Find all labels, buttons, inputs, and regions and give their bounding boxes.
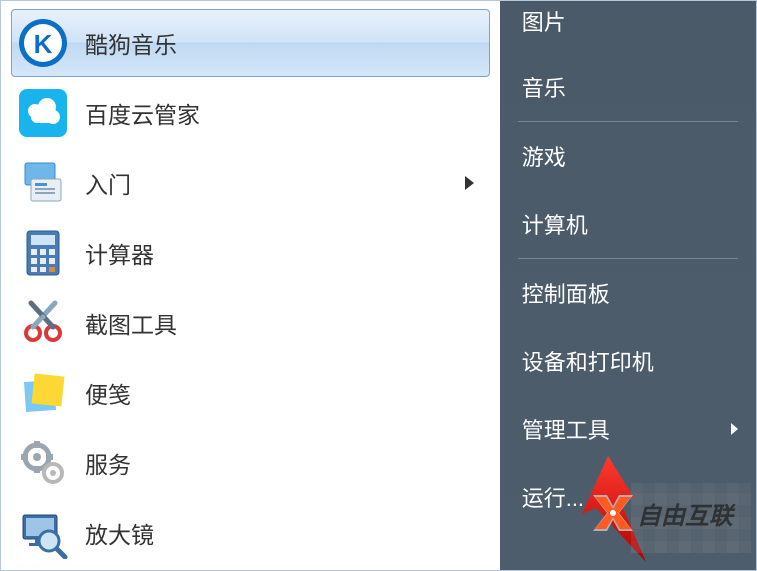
right-item-devices-printers[interactable]: 设备和打印机: [500, 327, 756, 395]
baidu-cloud-icon: [17, 87, 69, 139]
right-item-label: 计算机: [522, 213, 588, 238]
submenu-arrow-icon: [731, 423, 738, 435]
program-item-baidu-cloud[interactable]: 百度云管家: [11, 79, 490, 147]
program-label: 便笺: [85, 376, 131, 410]
snipping-tool-icon: [17, 297, 69, 349]
program-item-kugou[interactable]: K 酷狗音乐: [11, 9, 490, 77]
sticky-notes-icon: [17, 367, 69, 419]
program-item-sticky-notes[interactable]: 便笺: [11, 359, 490, 427]
magnifier-icon: [17, 507, 69, 559]
right-item-label: 音乐: [522, 76, 566, 101]
program-label: 计算器: [85, 236, 154, 270]
right-item-label: 控制面板: [522, 282, 610, 307]
services-icon: [17, 437, 69, 489]
program-item-snipping-tool[interactable]: 截图工具: [11, 289, 490, 357]
calculator-icon: [17, 227, 69, 279]
right-item-music[interactable]: 音乐: [500, 53, 756, 121]
program-label: 酷狗音乐: [85, 26, 177, 60]
right-item-label: 设备和打印机: [522, 350, 654, 375]
program-item-getting-started[interactable]: 入门: [11, 149, 490, 217]
program-item-services[interactable]: 服务: [11, 429, 490, 497]
right-item-games[interactable]: 游戏: [500, 122, 756, 190]
program-label: 服务: [85, 446, 131, 480]
places-panel: 图片 音乐 游戏 计算机 控制面板 设备和打印机 管理工具 运行...: [500, 1, 756, 570]
right-item-label: 游戏: [522, 145, 566, 170]
programs-panel: K 酷狗音乐 百度云管家: [1, 1, 500, 570]
right-item-admin-tools[interactable]: 管理工具: [500, 395, 756, 463]
svg-text:K: K: [34, 29, 53, 59]
program-label: 入门: [85, 166, 131, 200]
program-label: 百度云管家: [85, 96, 200, 130]
right-item-run[interactable]: 运行...: [500, 463, 756, 531]
right-item-control-panel[interactable]: 控制面板: [500, 259, 756, 327]
right-item-pictures[interactable]: 图片: [500, 1, 756, 53]
getting-started-icon: [17, 157, 69, 209]
submenu-arrow-icon: [465, 176, 474, 190]
right-item-label: 图片: [522, 10, 566, 35]
program-item-calculator[interactable]: 计算器: [11, 219, 490, 287]
right-item-computer[interactable]: 计算机: [500, 190, 756, 258]
right-item-label: 运行...: [522, 486, 584, 511]
kugou-icon: K: [17, 17, 69, 69]
program-label: 放大镜: [85, 516, 154, 550]
start-menu: K 酷狗音乐 百度云管家: [0, 0, 757, 571]
program-item-magnifier[interactable]: 放大镜: [11, 499, 490, 567]
right-item-label: 管理工具: [522, 418, 610, 443]
program-label: 截图工具: [85, 306, 177, 340]
